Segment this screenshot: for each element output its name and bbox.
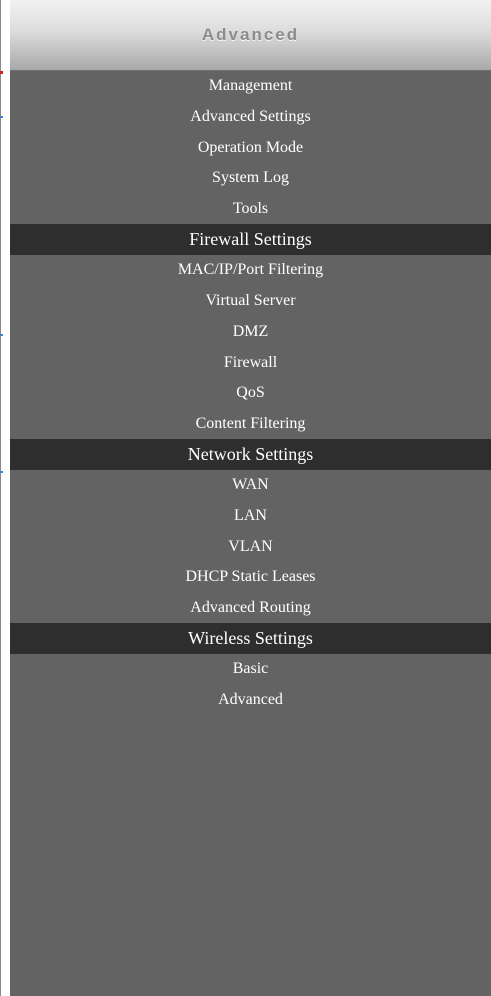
frame-marker [0, 71, 3, 74]
advanced-menu: Advanced Management Advanced Settings Op… [10, 0, 491, 996]
menu-item-advanced-settings[interactable]: Advanced Settings [10, 101, 491, 133]
section-header-firewall-settings[interactable]: Firewall Settings [10, 224, 491, 256]
page-frame: Advanced Management Advanced Settings Op… [0, 0, 491, 996]
menu-item-wireless-advanced[interactable]: Advanced [10, 684, 491, 716]
left-frame-border [0, 0, 1, 996]
section-header-wireless-settings[interactable]: Wireless Settings [10, 623, 491, 655]
frame-marker [0, 471, 3, 473]
menu-item-management[interactable]: Management [10, 71, 491, 102]
menu-item-mac-ip-port-filtering[interactable]: MAC/IP/Port Filtering [10, 255, 491, 286]
section-header-network-settings[interactable]: Network Settings [10, 439, 491, 470]
frame-marker [0, 334, 3, 336]
menu-item-firewall[interactable]: Firewall [10, 347, 491, 378]
menu-item-vlan[interactable]: VLAN [10, 531, 491, 562]
menu-item-tools[interactable]: Tools [10, 193, 491, 225]
menu-header-title: Advanced [201, 25, 300, 44]
frame-marker [0, 116, 3, 118]
menu-header[interactable]: Advanced [10, 0, 491, 71]
menu-item-operation-mode[interactable]: Operation Mode [10, 132, 491, 164]
menu-item-content-filtering[interactable]: Content Filtering [10, 408, 491, 440]
menu-item-wireless-basic[interactable]: Basic [10, 654, 491, 685]
menu-item-qos[interactable]: QoS [10, 377, 491, 409]
menu-item-dmz[interactable]: DMZ [10, 316, 491, 348]
menu-item-virtual-server[interactable]: Virtual Server [10, 285, 491, 317]
menu-item-dhcp-static-leases[interactable]: DHCP Static Leases [10, 562, 491, 593]
menu-item-lan[interactable]: LAN [10, 500, 491, 532]
menu-item-system-log[interactable]: System Log [10, 163, 491, 194]
menu-item-wan[interactable]: WAN [10, 469, 491, 501]
menu-item-advanced-routing[interactable]: Advanced Routing [10, 592, 491, 624]
